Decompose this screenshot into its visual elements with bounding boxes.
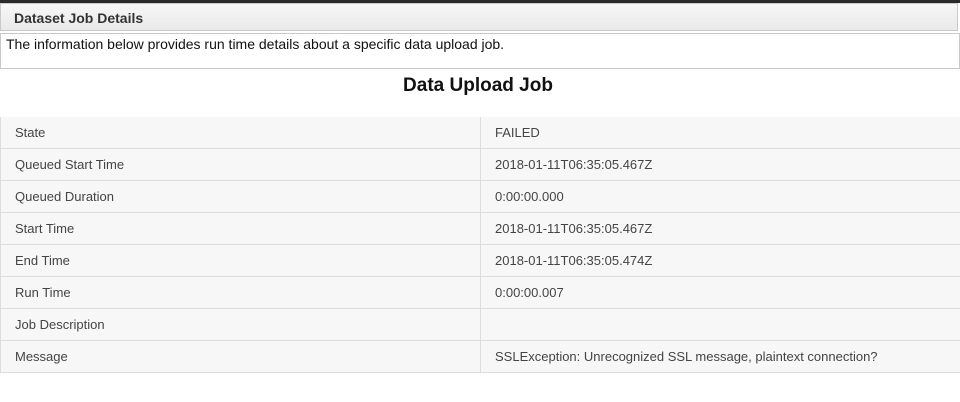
row-value-run-time: 0:00:00.007 xyxy=(480,276,960,309)
panel-header: Dataset Job Details xyxy=(0,3,958,31)
row-value-message: SSLException: Unrecognized SSL message, … xyxy=(480,340,960,373)
row-label-run-time: Run Time xyxy=(0,276,481,309)
row-value-queued-start-time: 2018-01-11T06:35:05.467Z xyxy=(480,148,960,181)
panel-title: Dataset Job Details xyxy=(14,10,144,26)
panel-body: The information below provides run time … xyxy=(0,33,960,69)
row-label-queued-duration: Queued Duration xyxy=(0,180,481,213)
table-row: Start Time 2018-01-11T06:35:05.467Z xyxy=(0,212,960,245)
job-details-table: State FAILED Queued Start Time 2018-01-1… xyxy=(0,117,960,373)
row-label-end-time: End Time xyxy=(0,244,481,277)
row-value-start-time: 2018-01-11T06:35:05.467Z xyxy=(480,212,960,245)
table-row: State FAILED xyxy=(0,117,960,149)
row-value-state: FAILED xyxy=(480,117,960,149)
table-row: Run Time 0:00:00.007 xyxy=(0,276,960,309)
row-label-job-description: Job Description xyxy=(0,308,481,341)
table-row: Queued Duration 0:00:00.000 xyxy=(0,180,960,213)
row-label-queued-start-time: Queued Start Time xyxy=(0,148,481,181)
job-title: Data Upload Job xyxy=(403,75,553,96)
row-value-job-description xyxy=(480,308,960,341)
table-row: End Time 2018-01-11T06:35:05.474Z xyxy=(0,244,960,277)
row-label-state: State xyxy=(0,117,481,149)
panel-description: The information below provides run time … xyxy=(6,36,505,52)
row-label-message: Message xyxy=(0,340,481,373)
table-row: Queued Start Time 2018-01-11T06:35:05.46… xyxy=(0,148,960,181)
row-value-end-time: 2018-01-11T06:35:05.474Z xyxy=(480,244,960,277)
table-row: Job Description xyxy=(0,308,960,341)
table-row: Message SSLException: Unrecognized SSL m… xyxy=(0,340,960,373)
row-label-start-time: Start Time xyxy=(0,212,481,245)
row-value-queued-duration: 0:00:00.000 xyxy=(480,180,960,213)
